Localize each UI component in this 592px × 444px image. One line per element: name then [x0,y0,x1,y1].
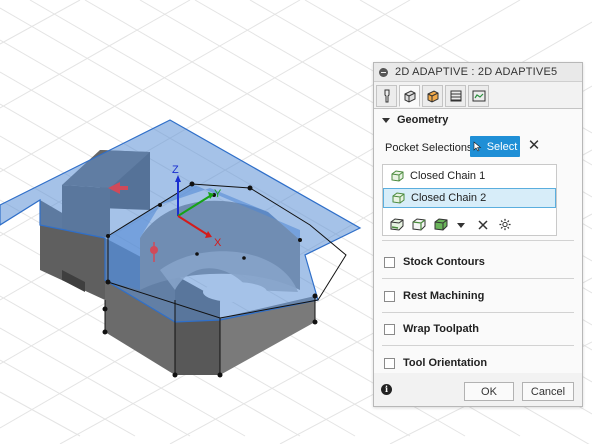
rest-machining-checkbox[interactable] [384,290,395,302]
section-divider [382,345,574,346]
section-wrap-toolpath[interactable]: Wrap Toolpath [374,319,582,339]
dialog-content: Geometry Pocket Selections Select ✕ Clos… [374,108,582,373]
info-icon[interactable]: i [381,384,392,395]
gear-icon [499,218,511,230]
edge-select-icon [412,217,426,231]
stock-contours-checkbox[interactable] [384,256,395,268]
section-label: Rest Machining [403,290,485,302]
chain-toolbar [383,214,556,234]
collapse-icon[interactable] [379,68,388,77]
wrap-toolpath-checkbox[interactable] [384,323,395,335]
chain-item-1[interactable]: Closed Chain 1 [383,166,556,186]
section-divider [382,240,574,241]
linking-icon [472,90,485,102]
section-divider [382,278,574,279]
pocket-selections-label: Pocket Selections [385,142,473,154]
dialog-titlebar[interactable]: 2D ADAPTIVE : 2D ADAPTIVE5 [374,63,582,82]
heights-icon [427,90,438,103]
chain-settings-button[interactable] [497,216,513,232]
chain-icon [392,192,405,204]
section-tool-orientation[interactable]: Tool Orientation [374,353,582,373]
solid-select-icon [434,217,448,231]
axis-label-y: Y [214,188,222,200]
geometry-icon [404,90,415,103]
chain-icon [391,170,404,182]
add-chain-button[interactable] [389,216,405,232]
tab-linking[interactable] [468,85,489,107]
chain-item-2[interactable]: Closed Chain 2 [383,188,556,208]
chevron-down-icon [457,222,465,228]
section-label: Wrap Toolpath [403,323,479,335]
dialog-footer: i OK Cancel [374,374,582,406]
close-icon [478,219,488,230]
section-label: Stock Contours [403,256,485,268]
section-rest-machining[interactable]: Rest Machining [374,286,582,306]
remove-chain-button[interactable] [475,216,491,232]
clear-selection-button[interactable]: ✕ [527,138,541,154]
select-button[interactable]: Select [470,136,520,157]
solid-select-button[interactable] [433,216,449,232]
dialog-title: 2D ADAPTIVE : 2D ADAPTIVE5 [395,66,558,78]
edge-select-button[interactable] [411,216,427,232]
cancel-button[interactable]: Cancel [522,382,574,401]
tool-icon [384,89,389,103]
section-divider [382,312,574,313]
cursor-icon [473,141,482,152]
tab-passes[interactable] [445,85,466,107]
select-button-label: Select [486,140,518,153]
geometry-section-header[interactable]: Geometry [374,110,582,130]
tab-geometry[interactable] [399,85,420,107]
face-select-icon [390,217,404,231]
passes-icon [450,90,461,102]
chain-item-label: Closed Chain 1 [410,170,486,182]
more-options-dropdown[interactable] [453,216,469,232]
tool-orientation-checkbox[interactable] [384,357,395,369]
chain-selection-list[interactable]: Closed Chain 1 Closed Chain 2 [382,164,557,236]
section-label: Tool Orientation [403,357,488,369]
chain-item-label: Closed Chain 2 [411,192,487,204]
tab-tool[interactable] [376,85,397,107]
geometry-section-title: Geometry [397,114,449,126]
chevron-down-icon [382,117,390,123]
section-stock-contours[interactable]: Stock Contours [374,252,582,272]
axis-label-z: Z [172,164,179,176]
axis-label-x: X [214,237,222,249]
selected-surface[interactable] [0,119,362,323]
operation-dialog[interactable]: 2D ADAPTIVE : 2D ADAPTIVE5 Geometry Pock… [373,62,583,407]
tab-heights[interactable] [422,85,443,107]
close-icon: ✕ [527,137,541,154]
ok-button[interactable]: OK [464,382,514,401]
